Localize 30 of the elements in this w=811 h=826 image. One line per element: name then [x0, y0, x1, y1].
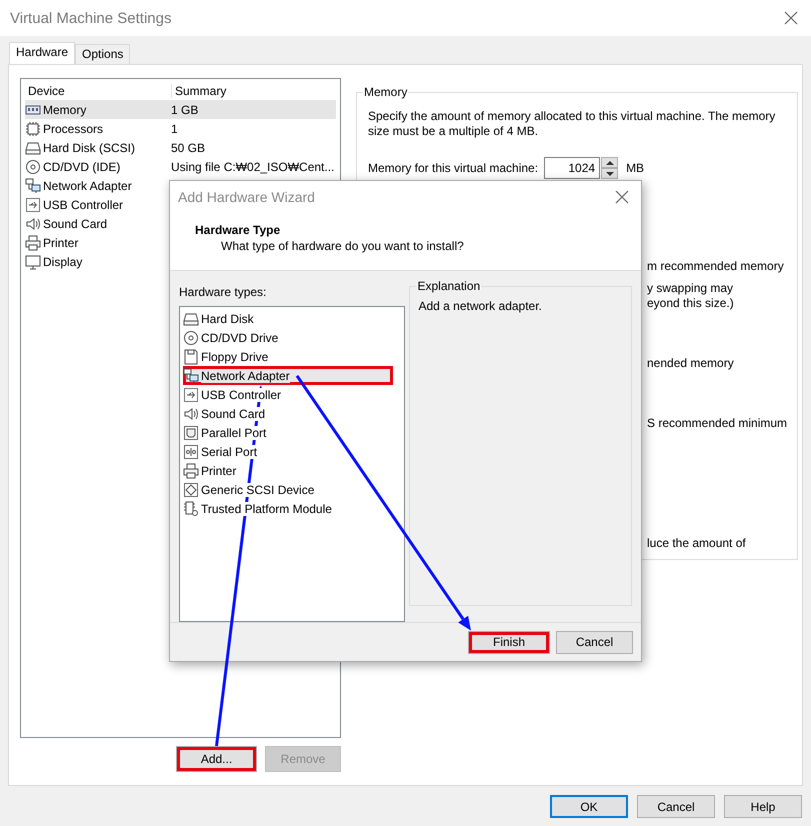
- memory-note: S recommended minimum: [647, 416, 788, 431]
- device-name: USB Controller: [43, 198, 124, 212]
- memory-note: y swapping may: [647, 281, 734, 296]
- device-name: Display: [43, 254, 84, 268]
- memory-note: eyond this size.): [647, 296, 735, 311]
- memory-note: nended memory: [647, 356, 735, 371]
- field-label: Memory for this virtual machine:: [368, 161, 538, 175]
- device-name: Sound Card: [43, 216, 108, 230]
- wizard-heading: Hardware Type: [195, 222, 282, 238]
- memory-description: Specify the amount of memory allocated to this virtual machine. The memory size must be a multiple of 4 MB.: [368, 109, 776, 139]
- list-label: Hardware types:: [179, 285, 268, 300]
- device-name: Network Adapter: [43, 178, 133, 192]
- device-name: Memory: [43, 102, 88, 116]
- memory-note: luce the amount of: [647, 536, 747, 551]
- wizard-subheading: What type of hardware do you want to install?: [220, 238, 465, 254]
- device-summary: 50 GB: [171, 140, 206, 154]
- device-summary: 1 GB: [171, 102, 198, 116]
- device-name: Printer: [43, 236, 80, 250]
- device-name: Hard Disk (SCSI): [43, 140, 136, 154]
- explanation-text: Add a network adapter.: [418, 299, 543, 314]
- unit-label: MB: [626, 161, 644, 175]
- device-summary: Using file C:₩02_ISO₩Cent...: [171, 160, 334, 174]
- group-title: Memory: [363, 85, 408, 99]
- device-summary: 1: [171, 122, 178, 136]
- memory-note: m recommended memory: [647, 259, 785, 274]
- dialog-title: Add Hardware Wizard: [178, 189, 315, 206]
- device-name: Processors: [43, 122, 104, 136]
- window-title: Virtual Machine Settings: [10, 10, 172, 26]
- device-name: CD/DVD (IDE): [43, 160, 122, 174]
- group-title: Explanation: [416, 279, 482, 294]
